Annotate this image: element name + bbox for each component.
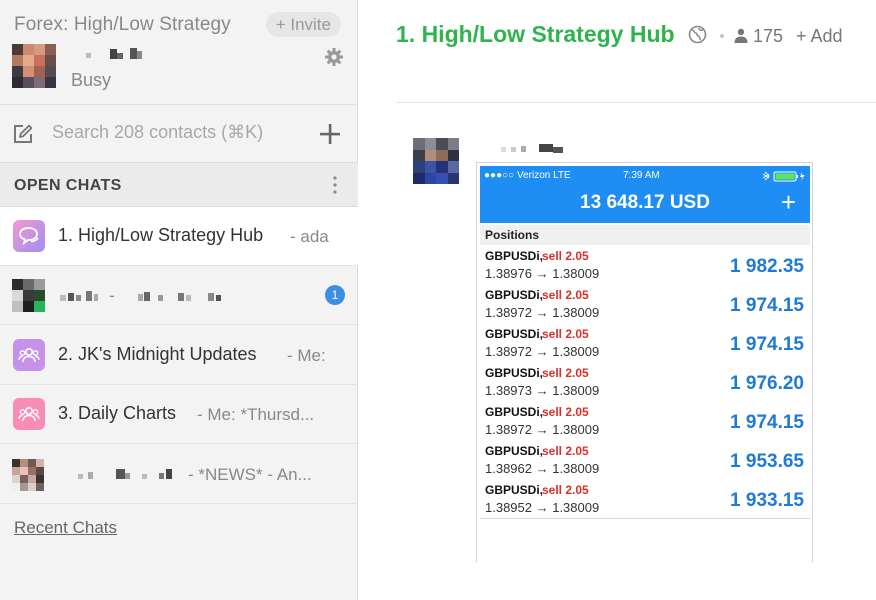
position-side: sell 2.05	[542, 444, 589, 458]
gear-icon[interactable]	[324, 47, 344, 67]
position-row: GBPUSDi, sell 2.05 1.38972 → 1.38009 1 9…	[480, 323, 810, 363]
my-name-redacted	[70, 45, 150, 63]
position-symbol: GBPUSDi,	[485, 366, 544, 380]
position-row: GBPUSDi, sell 2.05 1.38972 → 1.38009 1 9…	[480, 401, 810, 441]
open-chats-header: OPEN CHATS	[0, 162, 358, 207]
search-input[interactable]	[52, 122, 302, 143]
recent-chats-link[interactable]: Recent Chats	[14, 518, 117, 538]
position-prices: 1.38976 → 1.38009	[485, 266, 600, 281]
position-symbol: GBPUSDi,	[485, 405, 544, 419]
chat-item-direct-message[interactable]: - *NEWS* - An...	[0, 445, 358, 504]
position-profit: 1 953.65	[730, 451, 804, 472]
plus-icon: +	[780, 187, 796, 217]
chat-view: 1. High/Low Strategy Hub 175 + Add ●●●○○…	[359, 0, 876, 600]
attachment-image[interactable]: ●●●○○ Verizon LTE 7:39 AM 13 648.17 USD …	[476, 162, 813, 562]
position-side: sell 2.05	[542, 366, 589, 380]
position-profit: 1 974.15	[730, 412, 804, 433]
chat-name-redacted	[72, 466, 182, 482]
divider	[396, 102, 876, 103]
position-prices: 1.38972 → 1.38009	[485, 344, 600, 359]
position-symbol: GBPUSDi,	[485, 288, 544, 302]
position-symbol: GBPUSDi,	[485, 483, 544, 497]
message-author-redacted[interactable]	[499, 142, 579, 154]
chat-bubble-icon	[13, 220, 45, 252]
position-prices: 1.38972 → 1.38009	[485, 422, 600, 437]
compose-icon[interactable]	[12, 123, 34, 145]
avatar[interactable]	[413, 138, 459, 184]
avatar	[12, 459, 44, 491]
position-row: GBPUSDi, sell 2.05 1.38972 → 1.38009 1 9…	[480, 284, 810, 324]
position-prices: 1.38973 → 1.38009	[485, 383, 600, 398]
position-profit: 1 933.15	[730, 490, 804, 511]
chat-item-high-low-strategy-hub[interactable]: 1. High/Low Strategy Hub - ada	[0, 207, 358, 266]
group-icon	[13, 339, 45, 371]
position-prices: 1.38962 → 1.38009	[485, 461, 600, 476]
chat-preview: - ada	[290, 227, 329, 246]
person-icon	[734, 28, 748, 43]
position-profit: 1 982.35	[730, 256, 804, 277]
globe-icon[interactable]	[688, 25, 707, 44]
position-row: GBPUSDi, sell 2.05 1.38952 → 1.38009 1 9…	[480, 479, 810, 519]
position-symbol: GBPUSDi,	[485, 444, 544, 458]
my-avatar[interactable]	[12, 44, 56, 88]
position-row: GBPUSDi, sell 2.05 1.38973 → 1.38009 1 9…	[480, 362, 810, 402]
add-members-button[interactable]: + Add	[796, 26, 843, 47]
open-chats-title: OPEN CHATS	[14, 177, 122, 194]
chat-preview: - Me: *Thursd...	[197, 405, 315, 424]
position-symbol: GBPUSDi,	[485, 327, 544, 341]
position-profit: 1 976.20	[730, 373, 804, 394]
position-side: sell 2.05	[542, 288, 589, 302]
group-icon	[13, 398, 45, 430]
workspace-header: Forex: High/Low Strategy + Invite	[14, 12, 341, 38]
search-bar	[0, 104, 358, 162]
position-row: GBPUSDi, sell 2.05 1.38962 → 1.38009 1 9…	[480, 440, 810, 480]
chat-label: 3. Daily Charts	[58, 403, 177, 423]
member-count[interactable]: 175	[753, 26, 783, 47]
sidebar: Forex: High/Low Strategy + Invite Busy S…	[0, 0, 358, 600]
status-time: 7:39 AM	[623, 170, 660, 181]
separator-dot	[720, 34, 724, 38]
invite-button[interactable]: + Invite	[265, 12, 341, 37]
chat-title[interactable]: 1. High/Low Strategy Hub	[396, 21, 675, 48]
chat-item-direct-message[interactable]: - 1	[0, 266, 358, 325]
position-side: sell 2.05	[542, 405, 589, 419]
positions-label: Positions	[480, 225, 810, 245]
phone-header: ●●●○○ Verizon LTE 7:39 AM 13 648.17 USD …	[480, 166, 810, 223]
chat-preview: - Me:	[287, 346, 326, 365]
position-profit: 1 974.15	[730, 334, 804, 355]
more-vertical-icon[interactable]	[332, 175, 338, 195]
chat-name-redacted	[58, 288, 258, 304]
chat-preview: -	[109, 286, 115, 305]
position-prices: 1.38952 → 1.38009	[485, 500, 600, 515]
chat-label: 2. JK's Midnight Updates	[58, 344, 257, 364]
my-status[interactable]: Busy	[71, 70, 111, 91]
position-prices: 1.38972 → 1.38009	[485, 305, 600, 320]
position-row: GBPUSDi, sell 2.05 1.38976 → 1.38009 1 9…	[480, 245, 810, 285]
workspace-name[interactable]: Forex: High/Low Strategy	[14, 14, 231, 36]
position-side: sell 2.05	[542, 327, 589, 341]
account-balance: 13 648.17 USD	[580, 192, 710, 213]
chat-preview: - *NEWS* - An...	[188, 465, 312, 484]
position-side: sell 2.05	[542, 483, 589, 497]
avatar	[12, 279, 45, 312]
position-symbol: GBPUSDi,	[485, 249, 544, 263]
position-side: sell 2.05	[542, 249, 589, 263]
battery-icon	[760, 169, 806, 182]
position-profit: 1 974.15	[730, 295, 804, 316]
chat-item-jks-midnight-updates[interactable]: 2. JK's Midnight Updates - Me:	[0, 326, 358, 385]
status-carrier: ●●●○○ Verizon LTE	[484, 170, 571, 181]
chat-label: 1. High/Low Strategy Hub	[58, 225, 264, 245]
add-icon[interactable]	[318, 122, 342, 146]
chat-item-daily-charts[interactable]: 3. Daily Charts - Me: *Thursd...	[0, 385, 358, 444]
unread-badge: 1	[325, 285, 345, 305]
